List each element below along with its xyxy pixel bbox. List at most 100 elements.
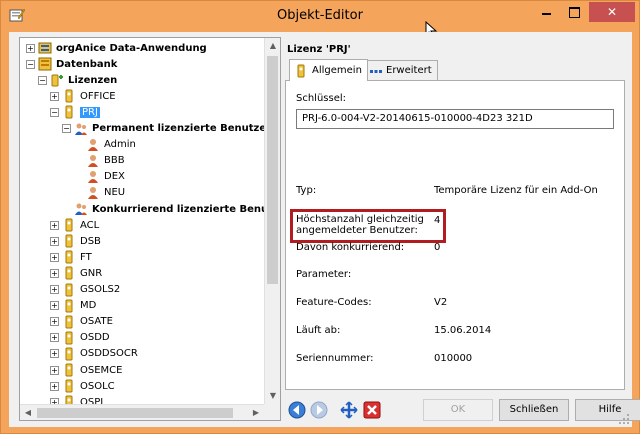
feature-codes-label: Feature-Codes: <box>296 297 372 308</box>
scroll-right-arrow-icon[interactable]: ▶ <box>248 405 264 420</box>
expand-plus-icon[interactable]: + <box>50 220 59 230</box>
tree-item-label: Konkurrierend lizenzierte Benutzer <box>92 203 281 215</box>
scroll-left-arrow-icon[interactable]: ◀ <box>20 405 36 420</box>
expand-plus-icon[interactable]: + <box>50 268 59 278</box>
tree-item[interactable]: Admin <box>74 137 136 153</box>
scroll-up-arrow-icon[interactable]: ▲ <box>265 38 280 54</box>
tree-item-label: OSDD <box>80 332 110 344</box>
tree-item[interactable]: + OSATE <box>50 314 113 330</box>
tree-item[interactable]: + orgAnice Data-Anwendung <box>26 40 207 56</box>
tree-item-label: orgAnice Data-Anwendung <box>56 42 207 54</box>
expand-plus-icon[interactable]: + <box>50 333 59 343</box>
concurrent-label: Davon konkurrierend: <box>296 242 405 253</box>
expand-plus-icon[interactable]: + <box>50 301 59 311</box>
help-button[interactable]: Hilfe <box>575 399 640 421</box>
ok-button[interactable]: OK <box>423 399 493 421</box>
tree-item[interactable]: + DSB <box>50 233 101 249</box>
tree-item[interactable]: DEX <box>74 169 125 185</box>
license-icon <box>65 234 73 248</box>
tree-hscroll-thumb[interactable] <box>37 408 233 418</box>
license-icon <box>65 379 73 393</box>
tree-item[interactable]: Konkurrierend lizenzierte Benutzer <box>62 201 281 217</box>
database-app-icon <box>38 42 52 54</box>
tree-item[interactable]: + OSDD <box>50 330 110 346</box>
tree-item[interactable]: BBB <box>74 153 125 169</box>
tree-item[interactable]: + ACL <box>50 217 99 233</box>
expand-plus-icon[interactable]: + <box>50 91 59 101</box>
tree-item[interactable]: + OSDDSOCR <box>50 346 138 362</box>
expand-plus-icon[interactable]: + <box>50 236 59 246</box>
licenses-icon <box>51 74 63 87</box>
collapse-minus-icon[interactable]: − <box>62 124 71 133</box>
users-group-icon <box>75 203 87 215</box>
tree-item[interactable]: + OSEMCE <box>50 362 122 378</box>
expand-plus-icon[interactable]: + <box>50 349 59 359</box>
database-icon <box>38 57 52 71</box>
tree-item[interactable]: − PRJ <box>50 104 100 120</box>
expand-plus-icon[interactable]: + <box>50 317 59 327</box>
tree-item[interactable]: − Datenbank <box>26 56 117 72</box>
expand-plus-icon[interactable]: + <box>50 381 59 391</box>
tree-item-label: GNR <box>80 267 103 279</box>
tree-item[interactable]: + FT <box>50 249 92 265</box>
tree-item[interactable]: − Lizenzen <box>38 72 117 88</box>
tree-item[interactable]: NEU <box>74 185 125 201</box>
collapse-minus-icon[interactable]: − <box>50 107 59 117</box>
object-tree[interactable]: +OSRPG+OSPL+OSOLC+OSEMCE+OSDDSOCR+OSDD+O… <box>19 37 281 421</box>
close-window-button[interactable]: ✕ <box>589 2 635 22</box>
license-icon <box>65 105 73 119</box>
tree-item-label: DEX <box>104 171 125 183</box>
tree-item[interactable]: + OFFICE <box>50 88 116 104</box>
license-icon <box>65 283 73 296</box>
tab-label: Erweitert <box>386 65 432 76</box>
tree-item[interactable]: + OSOLC <box>50 378 115 394</box>
tree-item[interactable]: + GNR <box>50 265 102 281</box>
tab-erweitert[interactable]: Erweitert <box>363 60 438 80</box>
license-icon <box>65 218 73 232</box>
delete-icon[interactable] <box>362 400 382 420</box>
users-group-icon <box>75 123 87 135</box>
collapse-minus-icon[interactable]: − <box>26 59 35 69</box>
tree-item-label: MD <box>80 300 97 312</box>
tree-item-label: Lizenzen <box>68 74 118 86</box>
tree-expand-icon[interactable] <box>339 400 359 420</box>
tree-vertical-scrollbar[interactable]: ▲ ▼ <box>264 38 280 404</box>
tree-horizontal-scrollbar[interactable]: ◀ ▶ <box>20 404 264 420</box>
tree-item[interactable]: + MD <box>50 298 96 314</box>
tree-item-label: GSOLS2 <box>80 284 121 295</box>
resize-grip-icon[interactable] <box>618 413 630 425</box>
expand-plus-icon[interactable]: + <box>50 285 59 294</box>
tree-item-label: PRJ <box>80 106 100 118</box>
type-value: Temporäre Lizenz für ein Add-On <box>434 185 598 196</box>
key-field[interactable]: PRJ-6.0-004-V2-20140615-010000-4D23 321D <box>296 109 614 129</box>
license-panel-title: Lizenz 'PRJ' <box>287 44 351 55</box>
license-icon <box>65 250 73 264</box>
concurrent-value: 0 <box>434 242 441 253</box>
expand-plus-icon[interactable]: + <box>26 43 35 53</box>
tree-scroll-thumb[interactable] <box>267 56 278 284</box>
expand-plus-icon[interactable]: + <box>50 365 59 375</box>
forward-arrow-icon[interactable] <box>309 400 329 420</box>
user-icon <box>88 138 98 151</box>
expand-plus-icon[interactable]: + <box>50 252 59 262</box>
tab-pane-allgemein: Schlüssel: PRJ-6.0-004-V2-20140615-01000… <box>285 80 625 390</box>
highlight-box <box>290 209 446 243</box>
minimize-button[interactable] <box>533 2 559 22</box>
tree-item[interactable]: + GSOLS2 <box>50 282 120 298</box>
maximize-button[interactable] <box>561 2 587 22</box>
title-bar[interactable]: Objekt-Editor ✕ <box>1 1 639 39</box>
user-icon <box>88 154 98 167</box>
objekt-editor-window: Objekt-Editor ✕ +OSRPG+OSPL+OSOLC+OSEMCE… <box>0 0 640 434</box>
scroll-corner <box>264 404 280 420</box>
collapse-minus-icon[interactable]: − <box>38 75 47 85</box>
license-icon <box>65 315 73 329</box>
key-label: Schlüssel: <box>296 93 347 104</box>
tree-item[interactable]: − Permanent lizenzierte Benutzer <box>62 121 271 137</box>
close-button[interactable]: Schließen <box>499 399 569 421</box>
tab-allgemein[interactable]: Allgemein <box>289 59 368 81</box>
back-arrow-icon[interactable] <box>287 400 307 420</box>
dots-icon <box>370 69 382 73</box>
type-label: Typ: <box>296 185 317 196</box>
license-icon <box>65 331 73 345</box>
scroll-down-arrow-icon[interactable]: ▼ <box>265 388 280 404</box>
